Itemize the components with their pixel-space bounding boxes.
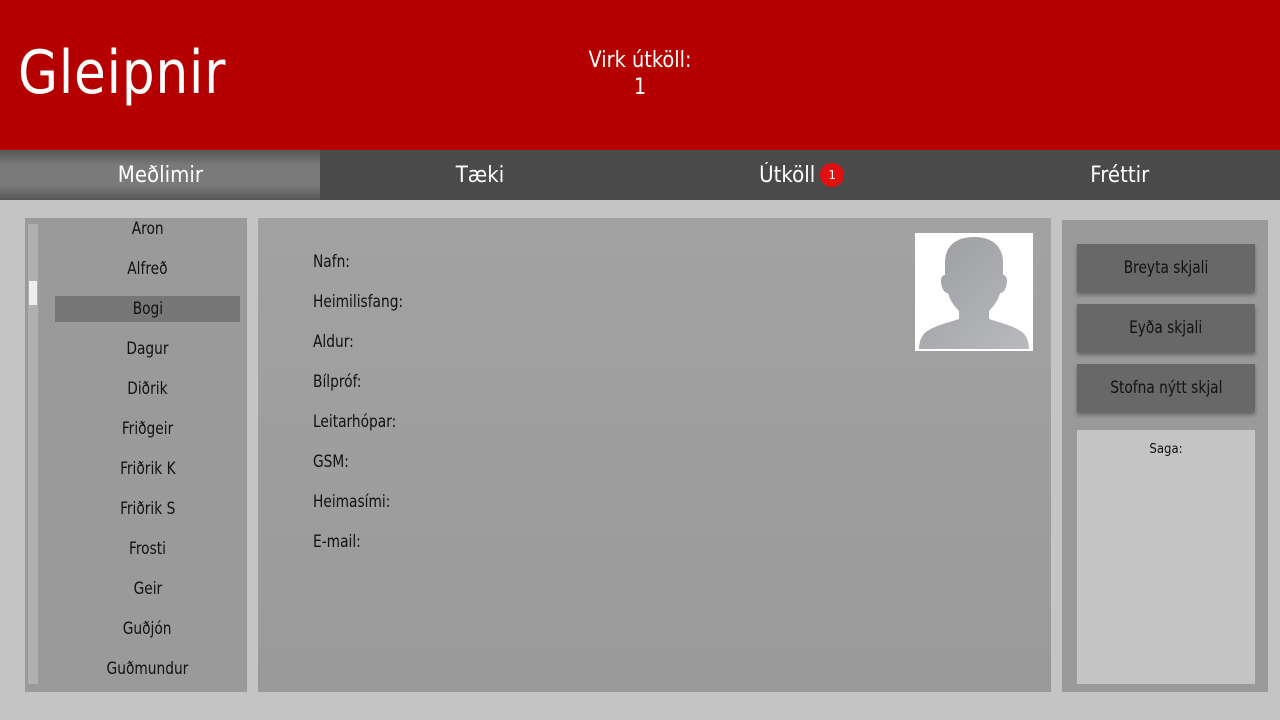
active-calls-count: 1 <box>633 75 647 100</box>
field-name-label: Nafn: <box>313 252 350 272</box>
field-email-label: E-mail: <box>313 532 361 552</box>
list-item[interactable]: Friðrik S <box>55 496 240 522</box>
app-title: Gleipnir <box>18 38 227 108</box>
tab-news-label: Fréttir <box>1090 162 1150 188</box>
list-item[interactable]: Diðrik <box>55 376 240 402</box>
delete-record-button[interactable]: Eyða skjali <box>1077 304 1255 352</box>
tab-callouts-label: Útköll <box>758 162 816 188</box>
list-item[interactable]: Guðjón <box>55 616 240 642</box>
list-item[interactable]: Guðmundur <box>55 656 240 682</box>
tab-equipment[interactable]: Tæki <box>320 150 640 200</box>
action-panel: Breyta skjali Eyða skjali Stofna nýtt sk… <box>1062 220 1268 692</box>
list-item[interactable]: Dagur <box>55 336 240 362</box>
history-box: Saga: <box>1077 430 1255 684</box>
history-label: Saga: <box>1149 442 1183 457</box>
list-item[interactable]: Aron <box>55 218 240 242</box>
tab-news[interactable]: Fréttir <box>960 150 1280 200</box>
create-record-button[interactable]: Stofna nýtt skjal <box>1077 364 1255 412</box>
active-calls-label: Virk útköll: <box>588 48 692 73</box>
field-age-label: Aldur: <box>313 332 354 352</box>
list-item[interactable]: Friðrik K <box>55 456 240 482</box>
member-list-panel: Aron Alfreð Bogi Dagur Diðrik Friðgeir F… <box>25 218 247 692</box>
field-license-label: Bílpróf: <box>313 372 362 392</box>
field-search-groups-label: Leitarhópar: <box>313 412 397 432</box>
tab-equipment-label: Tæki <box>455 162 505 188</box>
field-address-label: Heimilisfang: <box>313 292 404 312</box>
app-header: Gleipnir Virk útköll: 1 <box>0 0 1280 150</box>
tab-members-label: Meðlimir <box>117 162 203 188</box>
list-item[interactable]: Geir <box>55 576 240 602</box>
list-item[interactable]: Frosti <box>55 536 240 562</box>
tab-members[interactable]: Meðlimir <box>0 150 320 200</box>
scrollbar-thumb[interactable] <box>29 281 37 305</box>
field-home-phone-label: Heimasími: <box>313 492 391 512</box>
edit-record-button[interactable]: Breyta skjali <box>1077 244 1255 292</box>
main-nav: Meðlimir Tæki Útköll 1 Fréttir <box>0 150 1280 200</box>
tab-callouts[interactable]: Útköll 1 <box>640 150 960 200</box>
list-item[interactable]: Alfreð <box>55 256 240 282</box>
member-detail-panel: Nafn: Heimilisfang: Aldur: Bílpróf: Leit… <box>258 218 1051 692</box>
member-list-scrollbar[interactable] <box>28 224 38 684</box>
callouts-badge: 1 <box>820 163 845 187</box>
list-item-selected[interactable]: Bogi <box>55 296 240 322</box>
list-item[interactable]: Friðgeir <box>55 416 240 442</box>
active-calls-indicator: Virk útköll: 1 <box>540 47 740 101</box>
field-mobile-label: GSM: <box>313 452 349 472</box>
person-silhouette-icon <box>915 233 1033 351</box>
